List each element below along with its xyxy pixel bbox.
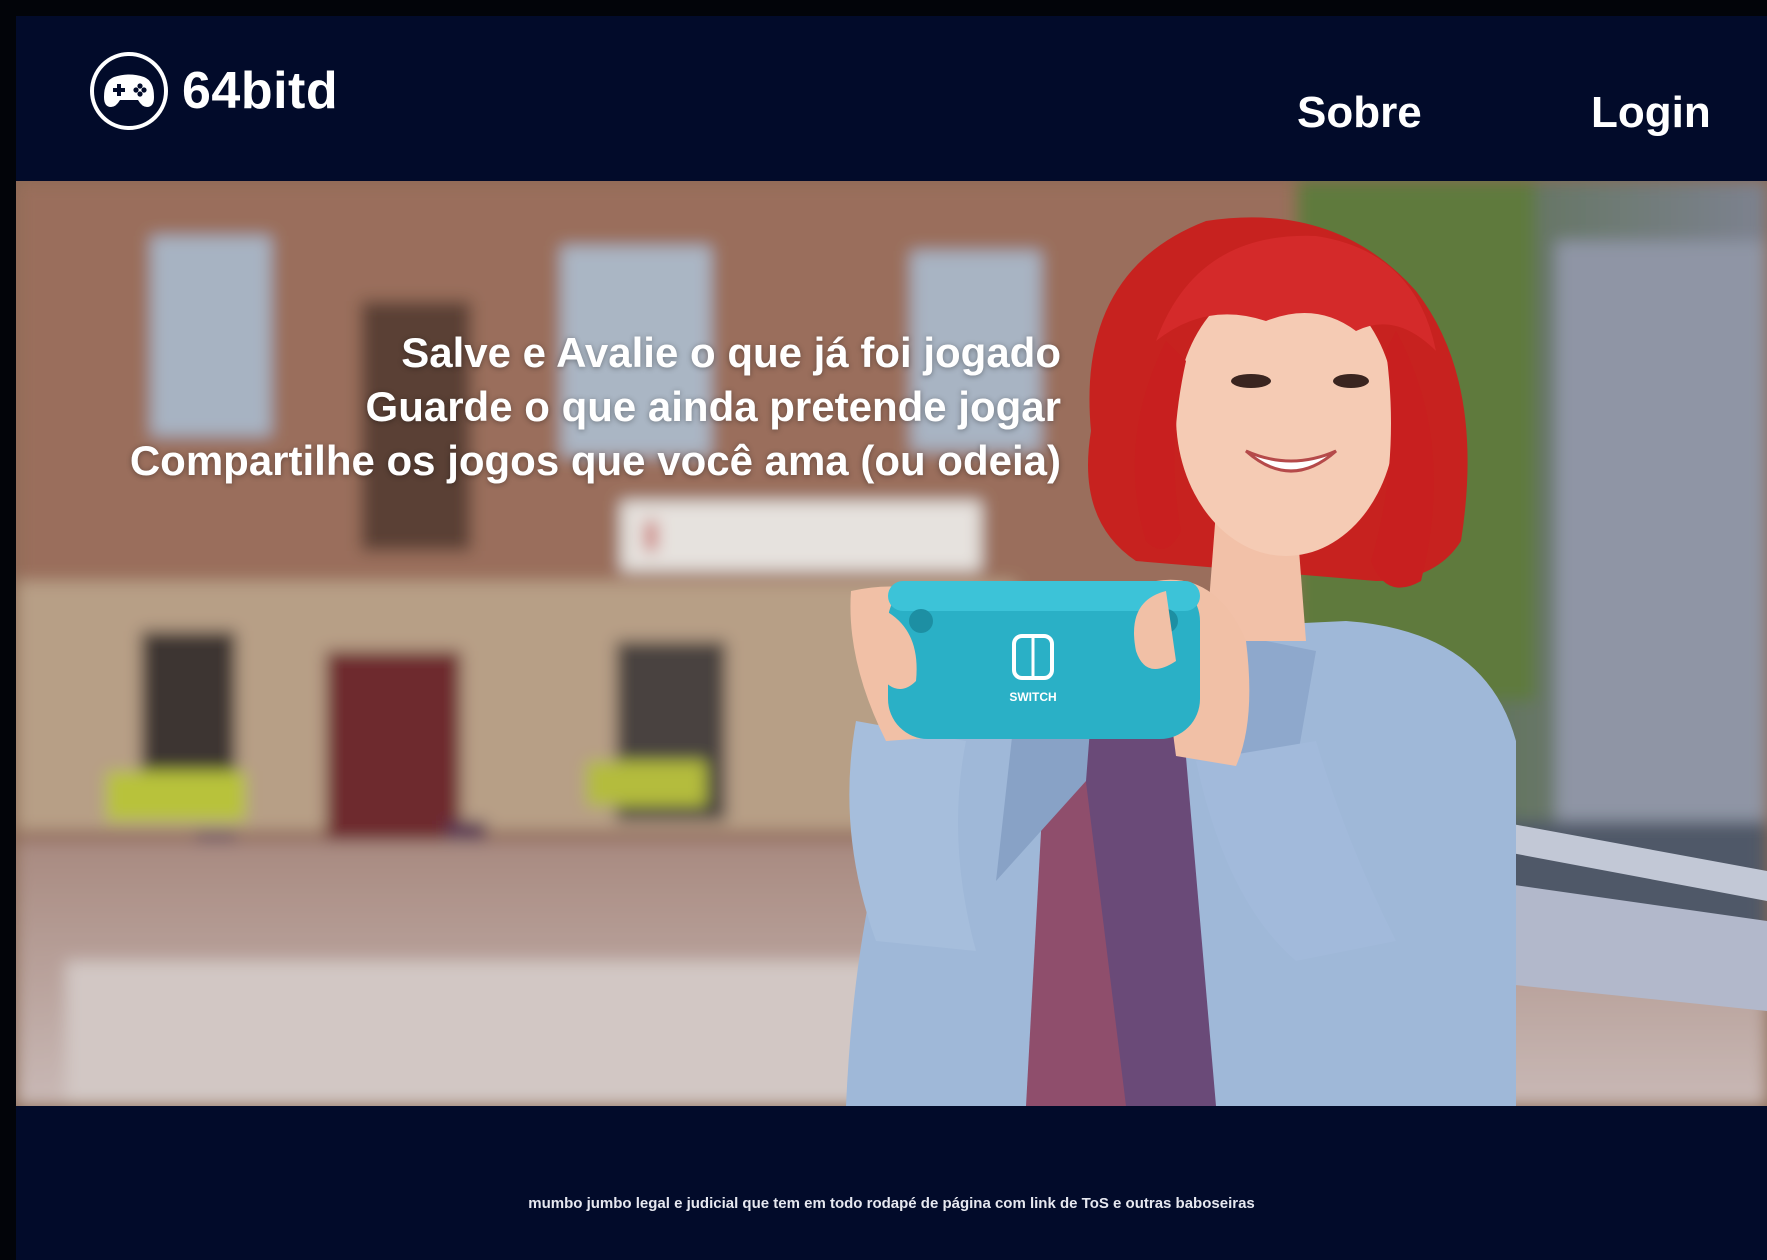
hero-line-3: Compartilhe os jogos que você ama (ou od… [129,437,1061,484]
top-navbar: 64bitd Sobre Login [16,16,1767,181]
hero-line-1: Salve e Avalie o que já foi jogado [401,329,1061,376]
hero-line-2: Guarde o que ainda pretende jogar [365,383,1061,430]
hero-tagline: Salve e Avalie o que já foi jogado Guard… [46,326,1061,488]
hero-banner: SWITCH Salve e Avalie o que já foi jogad… [16,181,1767,1106]
brand-logo[interactable]: 64bitd [90,52,338,130]
footer: mumbo jumbo legal e judicial que tem em … [16,1106,1767,1260]
nav-link-login[interactable]: Login [1591,88,1711,138]
hero-image: SWITCH [16,181,1767,1106]
footer-legal-text: mumbo jumbo legal e judicial que tem em … [528,1195,1255,1212]
console-brand-text: SWITCH [1009,690,1056,704]
gamepad-icon [90,52,168,130]
brand-name: 64bitd [182,62,339,120]
page: 64bitd Sobre Login SWITCH Salve e Avalie… [16,16,1767,1260]
nav-link-sobre[interactable]: Sobre [1297,88,1422,138]
